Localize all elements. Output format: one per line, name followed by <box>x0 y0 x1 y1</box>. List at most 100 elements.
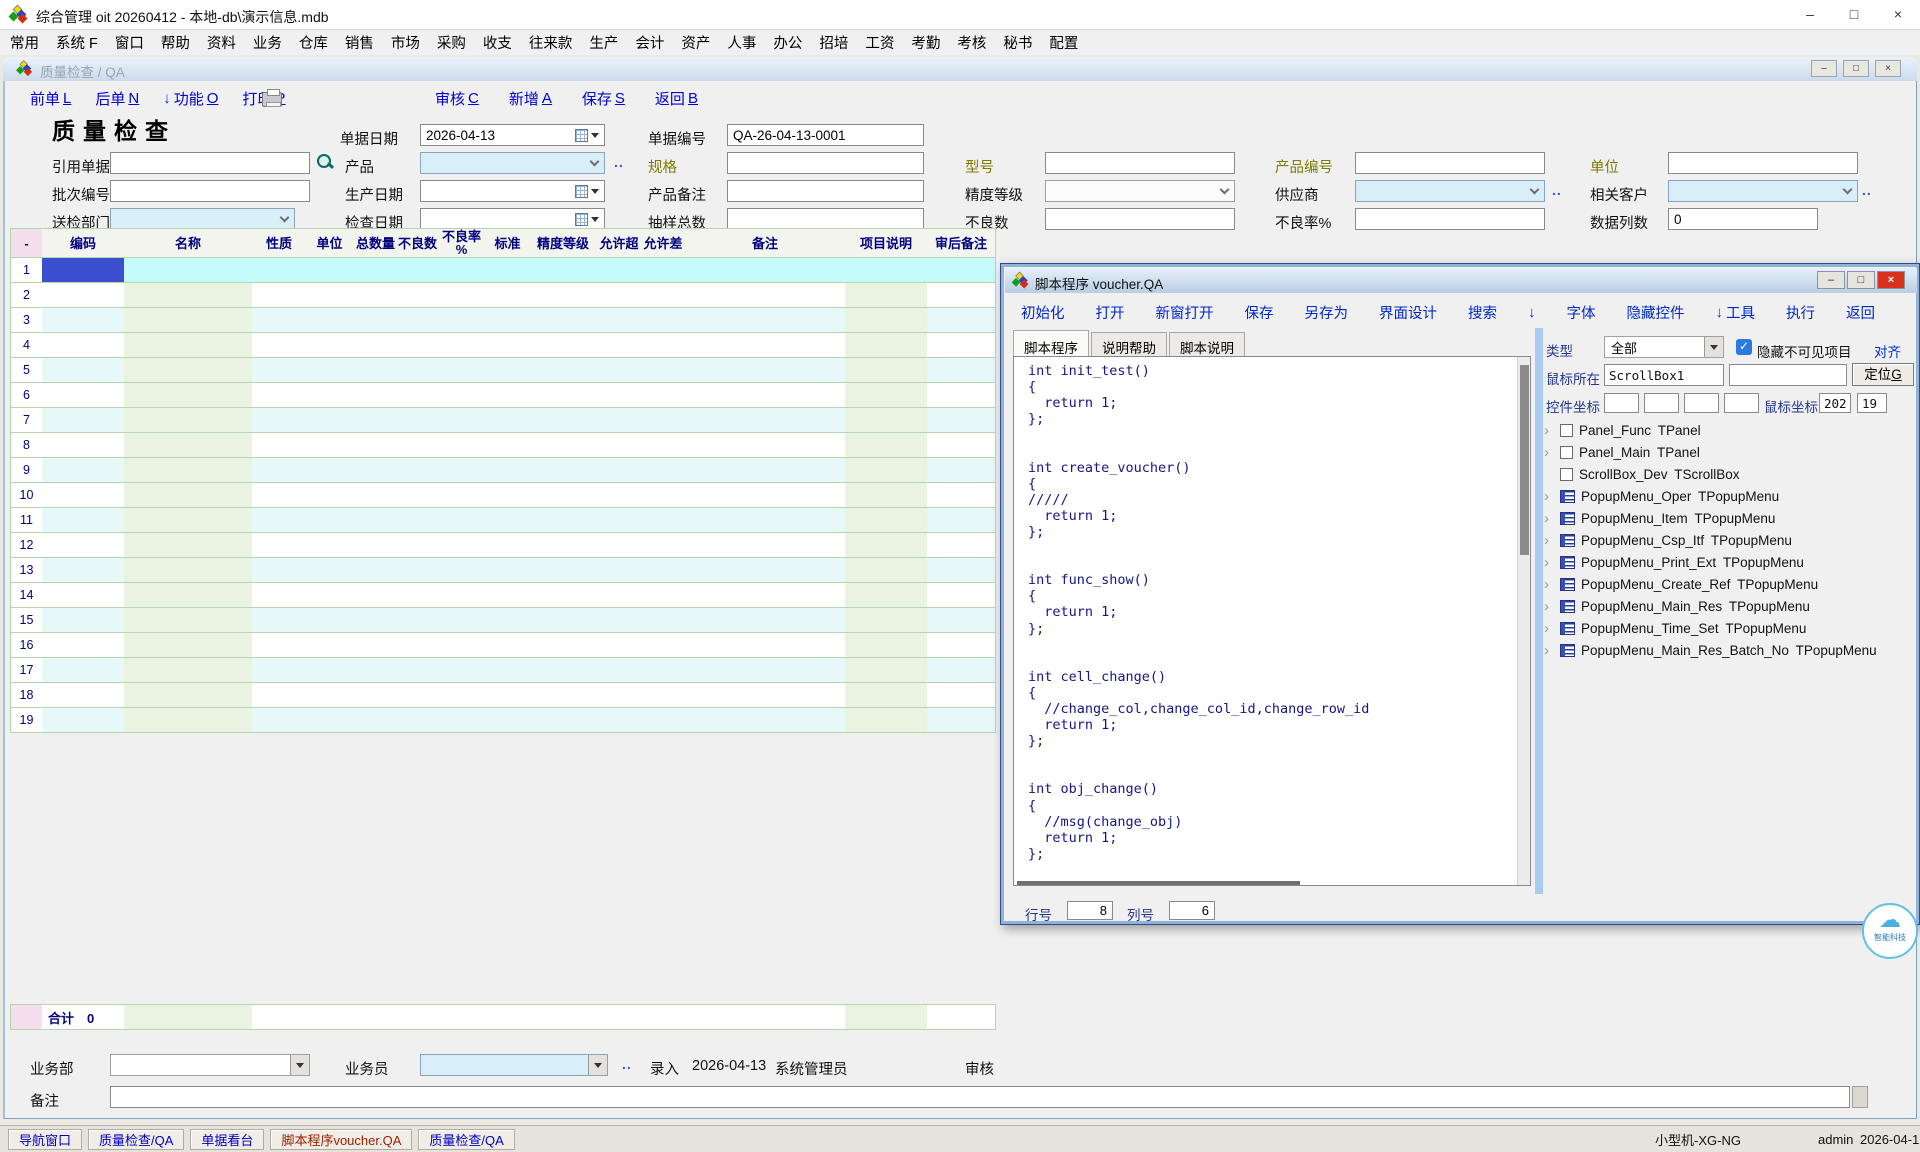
unit-input[interactable] <box>1668 152 1858 174</box>
grid-cell[interactable] <box>306 608 354 633</box>
grid-cell[interactable] <box>486 508 530 533</box>
product-note-input[interactable] <box>727 180 924 202</box>
grid-cell[interactable] <box>398 308 438 333</box>
menu-item[interactable]: 窗口 <box>115 32 144 53</box>
tree-item[interactable]: ScrollBox_Dev TScrollBox <box>1544 464 1740 484</box>
toolbar-button[interactable]: 新增A <box>509 88 552 109</box>
grid-cell[interactable] <box>306 483 354 508</box>
grid-cell[interactable] <box>306 308 354 333</box>
grid-cell[interactable] <box>398 483 438 508</box>
menu-item[interactable]: 常用 <box>10 32 39 53</box>
grid-cell[interactable] <box>597 708 642 733</box>
grid-cell[interactable] <box>845 483 928 508</box>
menu-item[interactable]: 生产 <box>589 32 618 53</box>
menu-item[interactable]: 资产 <box>681 32 710 53</box>
grid-cell[interactable] <box>529 458 598 483</box>
grid-cell[interactable] <box>306 283 354 308</box>
grid-cell[interactable] <box>597 683 642 708</box>
grid-cell[interactable] <box>398 508 438 533</box>
grid-cell[interactable] <box>685 658 846 683</box>
grid-cell[interactable] <box>437 583 487 608</box>
grid-cell[interactable] <box>927 458 996 483</box>
grid-cell[interactable] <box>124 533 253 558</box>
menu-item[interactable]: 人事 <box>727 32 756 53</box>
menu-item[interactable]: 市场 <box>391 32 420 53</box>
grid-cell[interactable] <box>685 608 846 633</box>
grid-cell[interactable] <box>486 533 530 558</box>
grid-cell[interactable] <box>252 708 307 733</box>
grid-cell[interactable] <box>252 583 307 608</box>
grid-cell[interactable] <box>845 658 928 683</box>
grid-cell[interactable] <box>486 408 530 433</box>
chevron-right-icon[interactable]: › <box>1544 444 1554 461</box>
grid-cell[interactable] <box>437 483 487 508</box>
resize-grip[interactable] <box>1852 1086 1868 1108</box>
grid-cell[interactable] <box>437 508 487 533</box>
grid-cell[interactable] <box>398 383 438 408</box>
grid-cell[interactable] <box>927 608 996 633</box>
grid-cell[interactable] <box>398 408 438 433</box>
grid-cell[interactable] <box>927 483 996 508</box>
grid-header[interactable]: 允许超 <box>597 228 642 258</box>
grid-cell[interactable] <box>42 583 125 608</box>
grid-cell[interactable] <box>42 333 125 358</box>
menu-item[interactable]: 业务 <box>253 32 282 53</box>
grid-cell[interactable] <box>486 358 530 383</box>
menu-item[interactable]: 收支 <box>483 32 512 53</box>
grid-rownum[interactable]: 2 <box>10 283 43 308</box>
grid-rownum[interactable]: 10 <box>10 483 43 508</box>
toolbar-button[interactable]: 前单L <box>30 88 71 109</box>
grid-cell[interactable] <box>398 458 438 483</box>
grid-cell[interactable] <box>685 558 846 583</box>
grid-cell[interactable] <box>641 408 686 433</box>
menu-item[interactable]: 资料 <box>207 32 236 53</box>
grid-cell[interactable] <box>641 608 686 633</box>
grid-cell[interactable] <box>398 558 438 583</box>
printer-icon[interactable] <box>262 92 282 107</box>
type-combo[interactable]: 全部 <box>1604 336 1724 358</box>
grid-cell[interactable] <box>398 633 438 658</box>
grid-cell[interactable] <box>927 708 996 733</box>
grid-cell[interactable] <box>437 258 487 283</box>
grid-cell[interactable] <box>641 383 686 408</box>
spec-input[interactable] <box>727 152 924 174</box>
grid-cell[interactable] <box>124 433 253 458</box>
grid-cell[interactable] <box>927 658 996 683</box>
ctrl-x2-input[interactable] <box>1684 393 1719 413</box>
grid-cell[interactable] <box>437 533 487 558</box>
grid-cell[interactable] <box>927 408 996 433</box>
tree-item[interactable]: ›PopupMenu_Oper TPopupMenu <box>1544 486 1779 506</box>
customer-combo[interactable] <box>1668 180 1858 202</box>
grid-cell[interactable] <box>685 633 846 658</box>
toolbar-button[interactable]: ↓功能O <box>163 88 218 109</box>
grid-cell[interactable] <box>641 633 686 658</box>
qa-minimize-button[interactable]: – <box>1811 60 1837 77</box>
tree-item[interactable]: ›PopupMenu_Item TPopupMenu <box>1544 508 1775 528</box>
grid-rownum[interactable]: 14 <box>10 583 43 608</box>
grid-cell[interactable] <box>927 433 996 458</box>
toolbar-button[interactable]: 执行 <box>1786 302 1815 323</box>
grid-cell[interactable] <box>845 583 928 608</box>
grid-cell[interactable] <box>398 433 438 458</box>
grid-cell[interactable] <box>353 708 399 733</box>
grid-cell[interactable] <box>685 308 846 333</box>
grid-cell[interactable] <box>597 333 642 358</box>
grid-cell[interactable] <box>845 408 928 433</box>
grid-cell[interactable] <box>845 283 928 308</box>
grid-cell[interactable] <box>597 583 642 608</box>
menu-item[interactable]: 工资 <box>865 32 894 53</box>
grid-cell[interactable] <box>597 608 642 633</box>
grid-cell[interactable] <box>529 508 598 533</box>
grid-cell[interactable] <box>597 658 642 683</box>
grid-header[interactable]: 不良数 <box>398 228 438 258</box>
grid-cell[interactable] <box>437 708 487 733</box>
grid-cell[interactable] <box>597 358 642 383</box>
grid-cell[interactable] <box>353 433 399 458</box>
grid-cell[interactable] <box>641 333 686 358</box>
grid-cell[interactable] <box>252 308 307 333</box>
grid-rownum[interactable]: 6 <box>10 383 43 408</box>
grid-cell[interactable] <box>124 708 253 733</box>
grid-header[interactable]: - <box>10 228 43 258</box>
grid-cell[interactable] <box>437 458 487 483</box>
grid-cell[interactable] <box>685 383 846 408</box>
